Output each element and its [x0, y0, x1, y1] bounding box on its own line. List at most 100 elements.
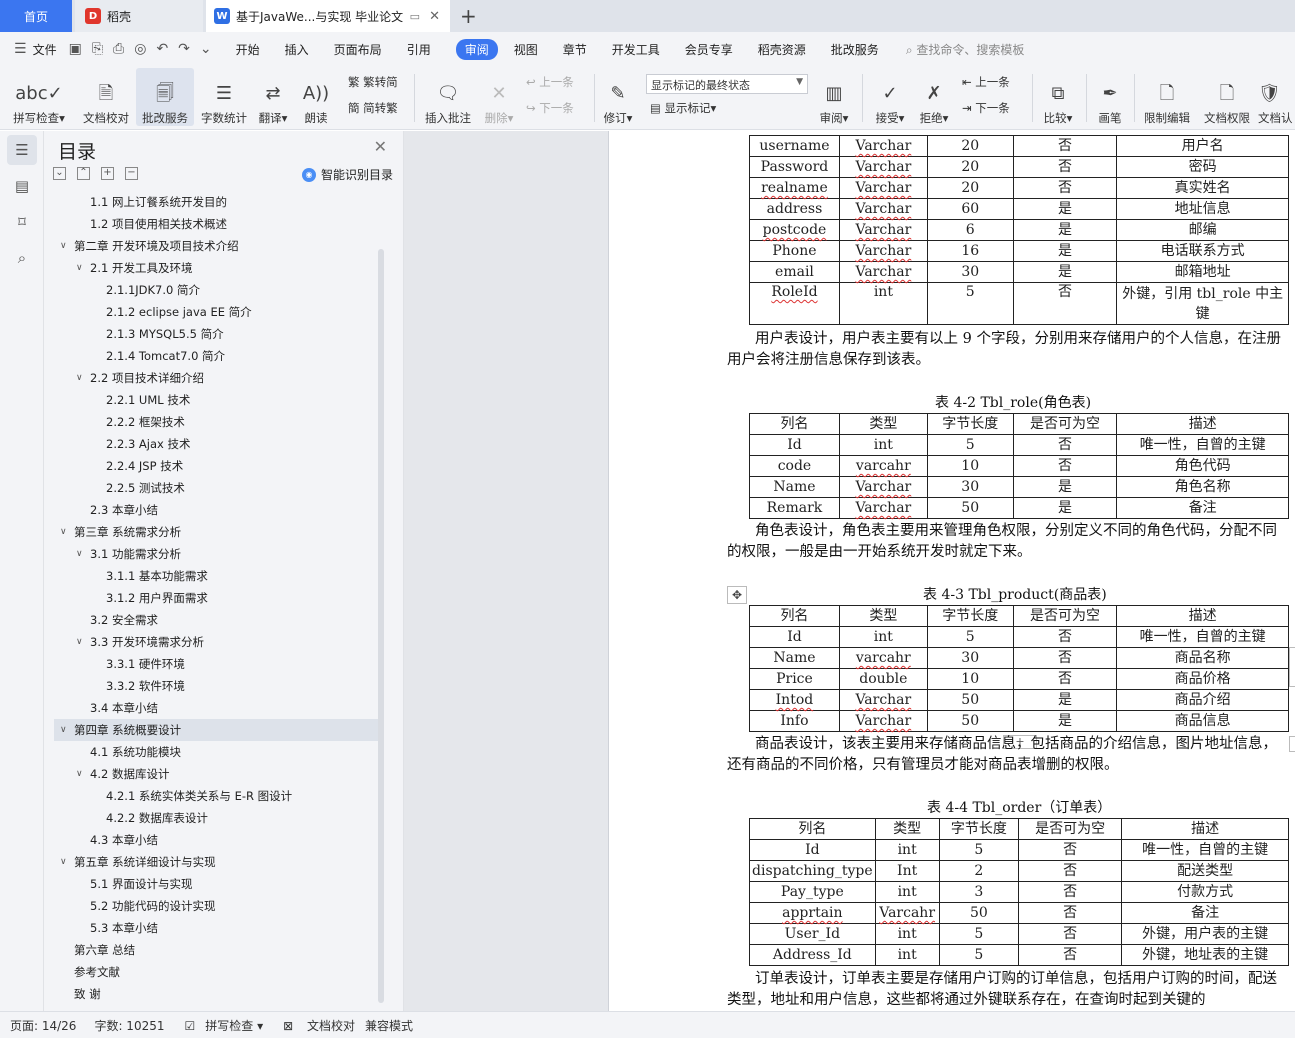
tab-home[interactable]: 首页 [0, 0, 72, 32]
table-cell[interactable]: 30 [926, 647, 1014, 669]
table-cell[interactable]: 是 [1012, 261, 1118, 283]
add-column-handle[interactable] [1289, 736, 1295, 752]
toc-item[interactable]: 3.1.2 用户界面需求 [54, 587, 379, 609]
simp-to-trad-button[interactable]: 簡 简转繁 [348, 100, 398, 116]
menu-page-layout[interactable]: 页面布局 [334, 41, 382, 58]
table-cell[interactable]: 地址信息 [1116, 198, 1289, 220]
table-cell[interactable]: 16 [926, 240, 1014, 262]
table-cell[interactable]: Password [749, 156, 840, 178]
table-cell[interactable]: 备注 [1121, 902, 1289, 924]
menu-section[interactable]: 章节 [563, 41, 587, 58]
expand-icon[interactable]: + [101, 167, 114, 180]
insert-comment-button[interactable]: 🗨 插入批注 [420, 68, 476, 126]
table-cell[interactable]: 否 [1012, 434, 1118, 456]
trad-to-simp-button[interactable]: 繁 繁转简 [348, 74, 398, 90]
restrict-editing-button[interactable]: 🗋 限制编辑 [1140, 68, 1194, 126]
toc-item[interactable]: 2.2.3 Ajax 技术 [54, 433, 379, 455]
preview-icon[interactable]: ◎ [134, 41, 146, 57]
role-table[interactable]: 列名 类型 字节长度 是否可为空 描述 Id int 5 否 唯一性，自曾的主键 code varca… [749, 413, 1289, 519]
new-tab-button[interactable]: + [460, 4, 477, 28]
table-cell[interactable]: 外键，引用 tbl_role 中主键 [1116, 282, 1289, 325]
table-cell[interactable]: double [838, 668, 928, 690]
table-cell[interactable]: 否 [1012, 668, 1118, 690]
toc-item[interactable]: 参考文献 [54, 961, 379, 983]
search-icon[interactable]: ⌕ [7, 243, 37, 273]
table-cell[interactable]: 商品介绍 [1116, 689, 1289, 711]
table-cell[interactable]: User_Id [749, 923, 876, 945]
table-cell[interactable]: Id [749, 626, 840, 648]
table-cell[interactable]: 配送类型 [1121, 860, 1289, 882]
table-cell[interactable]: 3 [938, 881, 1020, 903]
export-icon[interactable]: ⎘ [92, 41, 103, 57]
table-cell[interactable]: 5 [938, 944, 1020, 966]
table-cell[interactable]: int [874, 944, 940, 966]
user-table[interactable]: username Varchar 20 否用户名 Password Varchar 20 否密… [749, 135, 1289, 325]
correction-service-button[interactable]: 🗐 批改服务 [136, 68, 194, 126]
table-cell[interactable]: Remark [749, 497, 840, 519]
table-cell[interactable]: 10 [926, 455, 1014, 477]
table-cell[interactable]: 50 [926, 497, 1014, 519]
product-table[interactable]: 列名 类型 字节长度 是否可为空 描述 Id int 5 否 唯一性，自曾的主键 Name varca… [749, 605, 1289, 732]
close-icon[interactable]: ✕ [374, 137, 387, 156]
table-cell[interactable]: 否 [1018, 839, 1123, 861]
expand-all-icon[interactable]: ⌃ [77, 167, 90, 180]
table-cell[interactable]: 是 [1012, 710, 1118, 732]
toc-item[interactable]: 3.4 本章小结 [54, 697, 379, 719]
table-cell[interactable]: code [749, 455, 840, 477]
paragraph[interactable]: 订单表设计，订单表主要是存储用户订购的订单信息，包括用户订购的时间，配送类型，地… [727, 969, 1287, 1011]
table-cell[interactable]: 否 [1012, 626, 1118, 648]
proofread-status[interactable]: ⊠ 文档校对 [273, 1017, 355, 1034]
toc-item[interactable]: ∨ 第四章 系统概要设计 [54, 719, 379, 741]
table-cell[interactable]: apprtain [749, 902, 876, 924]
table-cell[interactable]: dispatching_type [749, 860, 876, 882]
monitor-icon[interactable]: ▭ [410, 10, 420, 23]
menu-developer[interactable]: 开发工具 [612, 41, 660, 58]
toc-item[interactable]: 4.2.1 系统实体类关系与 E-R 图设计 [54, 785, 379, 807]
table-cell[interactable]: 否 [1012, 177, 1118, 199]
table-cell[interactable]: 是 [1012, 476, 1118, 498]
table-cell[interactable]: 付款方式 [1121, 881, 1289, 903]
toc-item[interactable]: 2.1.4 Tomcat7.0 简介 [54, 345, 379, 367]
toc-item[interactable]: 第六章 总结 [54, 939, 379, 961]
toc-item[interactable]: ∨ 2.1 开发工具及环境 [54, 257, 379, 279]
table-cell[interactable]: address [749, 198, 840, 220]
table-cell[interactable]: 角色代码 [1116, 455, 1289, 477]
toc-item[interactable]: ∨ 第三章 系统需求分析 [54, 521, 379, 543]
tab-document[interactable]: W 基于JavaWe...与实现 毕业论文 ▭ ✕ [206, 0, 450, 32]
spell-check-status[interactable]: ☑ 拼写检查 ▾ [175, 1017, 264, 1034]
menu-icon[interactable]: ☰ [14, 41, 27, 57]
spell-check-button[interactable]: abc✓ 拼写检查▾ [8, 68, 70, 126]
chevron-down-icon[interactable]: ∨ [76, 543, 83, 565]
menu-file[interactable]: 文件 [33, 41, 57, 58]
table-cell[interactable]: 是否可为空 [1018, 818, 1123, 840]
table-cell[interactable]: 列名 [749, 605, 840, 627]
table-cell[interactable]: 否 [1012, 455, 1118, 477]
toc-item[interactable]: ∨ 3.3 开发环境需求分析 [54, 631, 379, 653]
chevron-down-icon[interactable]: ∨ [60, 235, 67, 257]
paragraph[interactable]: 商品表设计，该表主要用来存储商品信息，包括商品的介绍信息，图片地址信息，还有商品… [727, 734, 1287, 776]
paragraph[interactable]: 用户表设计，用户表主要有以上 9 个字段，分别用来存储用户的个人信息，在注册用户… [727, 329, 1287, 371]
toc-item[interactable]: ∨ 第二章 开发环境及项目技术介绍 [54, 235, 379, 257]
table-move-handle[interactable]: ✥ [727, 586, 747, 604]
toc-item[interactable]: 4.1 系统功能模块 [54, 741, 379, 763]
toc-item[interactable]: 3.2 安全需求 [54, 609, 379, 631]
table-cell[interactable]: varcahr [838, 455, 928, 477]
table-cell[interactable]: 50 [938, 902, 1020, 924]
table-cell[interactable]: 否 [1012, 156, 1118, 178]
table-cell[interactable]: 6 [926, 219, 1014, 241]
table-cell[interactable]: int [838, 434, 928, 456]
markup-state-select[interactable]: 显示标记的最终状态 ▼ [646, 74, 808, 94]
table-cell[interactable]: Varchar [838, 497, 928, 519]
table-cell[interactable]: 类型 [874, 818, 940, 840]
table-cell[interactable]: 是 [1012, 240, 1118, 262]
table-cell[interactable]: Varchar [838, 198, 928, 220]
table-cell[interactable]: Int [874, 860, 940, 882]
table-cell[interactable]: Varchar [838, 261, 928, 283]
chapter-nav-icon[interactable]: ▤ [7, 171, 37, 201]
toc-item[interactable]: 致 谢 [54, 983, 379, 1005]
toc-item[interactable]: 5.2 功能代码的设计实现 [54, 895, 379, 917]
close-tab-icon[interactable]: ✕ [429, 9, 440, 24]
toc-item[interactable]: ∨ 3.1 功能需求分析 [54, 543, 379, 565]
table-cell[interactable]: 否 [1018, 902, 1123, 924]
document-auth-button[interactable]: 🛡 文档认 [1258, 68, 1295, 126]
